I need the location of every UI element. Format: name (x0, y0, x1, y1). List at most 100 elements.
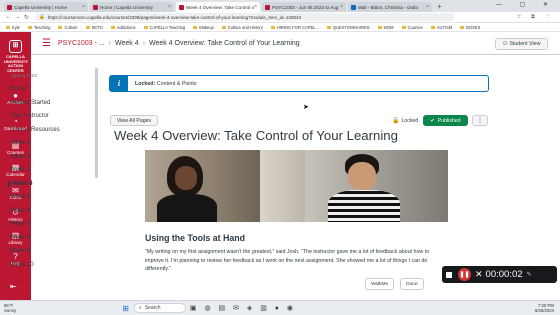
course-nav-week-4[interactable]: Week 4 (8, 180, 33, 187)
pen-icon[interactable]: ✎ (527, 271, 534, 278)
breadcrumb-course[interactable]: PSYC1003 - ... (58, 40, 105, 47)
breadcrumb-separator-icon: › (108, 39, 112, 47)
reload-icon[interactable]: ↻ (22, 14, 31, 21)
info-icon: i (110, 76, 128, 91)
browser-tab[interactable]: Capella University | Home × (4, 2, 88, 12)
bookmark-label: MOM (383, 24, 394, 30)
browser-tab[interactable]: PSYC1003 - Jun 05 2023 to Aug × (262, 2, 346, 12)
tab-favicon-icon (7, 4, 12, 10)
locked-status[interactable]: 🔒 Locked (392, 117, 418, 125)
taskbar-app-icons[interactable]: ▣ ◍ ▤ ✉ ◈ ▥ ● ◉ (190, 304, 296, 312)
browser-extension-icons[interactable]: ☆ ⧉ ⋮ (517, 14, 554, 21)
windows-start-icon[interactable]: ⊞ (122, 304, 129, 313)
capella-logo[interactable]: ⊞ CAPELLA UNIVERSITY ACTION CENTER (4, 40, 28, 73)
bookmark-item[interactable]: Makeup (193, 25, 214, 30)
close-tab-icon[interactable]: × (254, 4, 257, 10)
bookmark-item[interactable]: Addictions (110, 25, 136, 30)
folder-icon (460, 25, 465, 29)
bookmark-item[interactable]: Culture (58, 24, 78, 30)
folder-icon (270, 25, 275, 29)
course-nav-week-1[interactable]: Week 1 (10, 140, 30, 146)
view-all-pages-button[interactable]: View All Pages (110, 115, 158, 126)
bookmark-item[interactable]: Kyle (6, 25, 20, 30)
hamburger-menu-icon[interactable]: ☰ (42, 38, 51, 49)
lock-icon: 🔒 (39, 14, 45, 19)
bookmark-item[interactable]: Culture and History (221, 25, 263, 30)
bookmark-item[interactable]: AUTISM (430, 25, 452, 30)
tab-favicon-icon (265, 4, 270, 10)
course-nav-week-8[interactable]: Week 8 (10, 235, 30, 241)
course-nav-course-resources[interactable]: Course Resources (10, 127, 60, 133)
bookmark-item[interactable]: Courses (401, 24, 423, 30)
pause-button[interactable]: ❚❚ (458, 268, 471, 281)
bookmark-item[interactable]: CAPELLA Teaching (143, 24, 186, 30)
kebab-icon: ⋮ (477, 118, 483, 124)
close-tab-icon[interactable]: × (426, 4, 429, 10)
cancel-recording-icon[interactable]: ✕ (475, 269, 483, 280)
bookmark-item[interactable]: QUESTIONNAIRES (326, 25, 370, 30)
weather-desc: Sunny (4, 308, 17, 313)
folder-icon (430, 25, 435, 29)
course-nav-scrollbar[interactable] (95, 68, 98, 178)
close-tab-icon[interactable]: × (82, 4, 85, 10)
weather-widget[interactable]: 86°F Sunny (4, 303, 16, 313)
window-controls[interactable]: — ▢ ✕ (496, 1, 556, 8)
folder-icon (401, 25, 406, 29)
system-clock[interactable]: 7:20 PM 6/25/2023 (535, 303, 554, 313)
course-nav-getting-started[interactable]: Getting Started (10, 100, 50, 106)
close-tab-icon[interactable]: × (168, 4, 171, 10)
course-nav-week-9[interactable]: Week 9 (10, 248, 30, 254)
tab-favicon-icon (351, 4, 356, 10)
hero-image (145, 150, 448, 222)
taskbar-search[interactable]: ⌕ Search (133, 303, 186, 313)
section-heading: Using the Tools at Hand (145, 233, 246, 243)
bookmark-label: Culture (64, 24, 78, 30)
bookmark-label: CAPELLA Teaching (149, 24, 186, 30)
close-tab-icon[interactable]: × (340, 4, 343, 10)
browser-tab[interactable]: Mail - Bitton, Christina - Outlo × (348, 2, 432, 12)
browser-tab[interactable]: Week 4 Overview: Take Control o × (176, 2, 260, 12)
bookmark-label: Courses (407, 24, 423, 30)
tab-label: PSYC1003 - Jun 05 2023 to Aug (272, 4, 339, 10)
published-label: Published (437, 117, 461, 124)
bookmark-item[interactable]: HIRING FOR CAPEL... (270, 25, 319, 30)
collapse-nav-icon[interactable]: ⇤ (10, 282, 17, 291)
address-bar-row: ← → ↻ 🔒 https://courseroom.capella.edu/c… (0, 12, 560, 23)
bottom-buttons: WalkMe Done (365, 278, 424, 291)
more-options-button[interactable]: ⋮ (472, 115, 488, 126)
tab-label: Week 4 Overview: Take Control o (186, 4, 254, 10)
bookmark-item[interactable]: BOXES (460, 25, 480, 30)
url-input[interactable]: 🔒 https://courseroom.capella.edu/courses… (35, 13, 455, 21)
locked-alert-bold: Locked: (135, 80, 156, 87)
course-nav-week-2[interactable]: Week 2 (10, 154, 30, 160)
course-nav-week-7[interactable]: Week 7 (10, 221, 30, 227)
done-button[interactable]: Done (400, 278, 424, 290)
bookmark-item[interactable]: MOM (377, 24, 394, 30)
bookmark-item[interactable]: KETO (85, 25, 103, 30)
course-nav-week-6[interactable]: Week 6 (10, 208, 30, 214)
new-tab-button[interactable]: + (437, 2, 442, 12)
body-paragraph: “My writing on my first assignment wasn’… (145, 249, 430, 272)
recording-timer: 00:00:02 (485, 269, 523, 280)
published-button[interactable]: ✔ Published (423, 115, 468, 126)
glasses-icon: ⚇ (502, 41, 508, 47)
page-title: Week 4 Overview: Take Control of Your Le… (114, 128, 398, 143)
course-nav-week-3[interactable]: Week 3 (10, 167, 30, 173)
folder-icon (326, 25, 331, 29)
student-view-button[interactable]: ⚇ Student View (495, 38, 548, 50)
course-nav-home[interactable]: Home (10, 86, 26, 92)
term-label: Spring 2023 (12, 73, 37, 78)
browser-tab[interactable]: Home | Capella University × (90, 2, 174, 12)
course-nav-week-10[interactable]: Week 10 (10, 262, 34, 268)
bookmark-label: BOXES (466, 24, 481, 30)
bookmark-item[interactable]: Teaching (27, 25, 50, 30)
back-icon[interactable]: ← (4, 14, 13, 20)
forward-icon[interactable]: → (13, 14, 22, 20)
breadcrumb-week[interactable]: Week 4 (115, 40, 139, 47)
course-nav-your-instructor[interactable]: Your Instructor (10, 113, 49, 119)
browser-tab-bar: Capella University | Home × Home | Capella… (0, 0, 560, 12)
stop-icon[interactable] (446, 271, 452, 278)
course-nav-week-5[interactable]: Week 5 (10, 194, 30, 200)
screen-recorder: ❚❚ ✕ 00:00:02 ✎ (442, 266, 557, 283)
walkme-button[interactable]: WalkMe (365, 278, 395, 290)
